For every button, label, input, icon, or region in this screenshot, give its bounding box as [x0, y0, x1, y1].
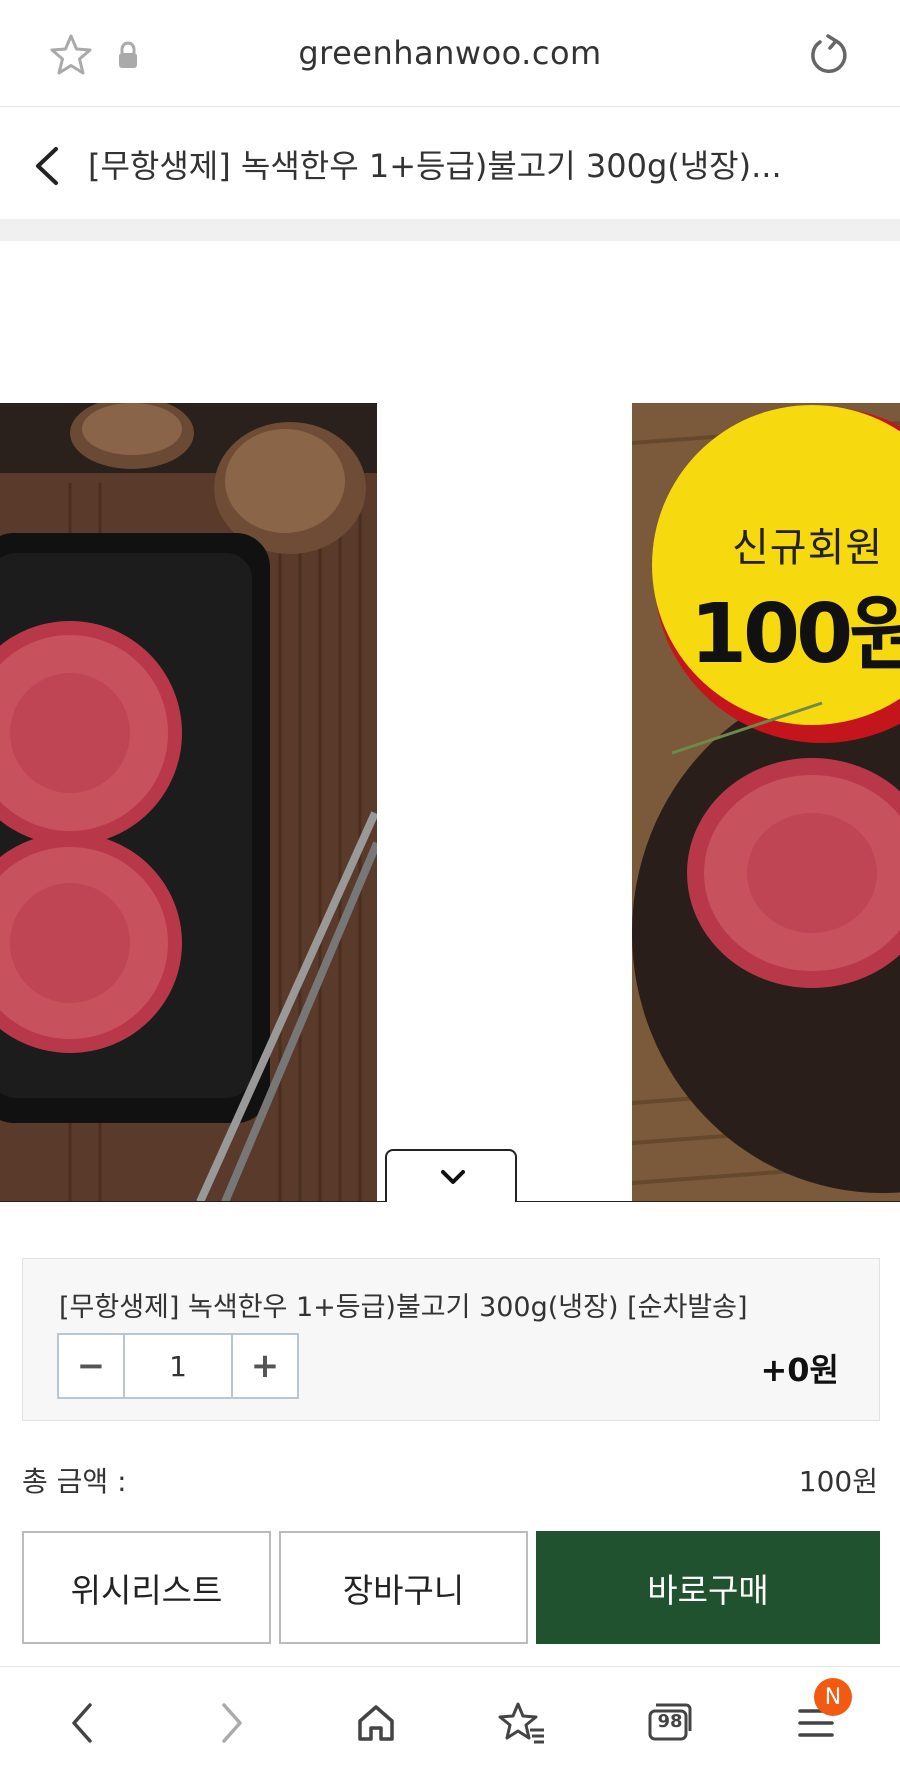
decrement-button[interactable]: − [59, 1335, 123, 1397]
back-arrow-icon[interactable] [30, 143, 64, 189]
home-icon[interactable] [348, 1695, 404, 1751]
tabs-count: 98 [657, 1711, 683, 1732]
page-header: [무항생제] 녹색한우 1+등급)불고기 300g(냉장)... [0, 107, 900, 219]
browser-bottom-nav: 98 [0, 1666, 900, 1771]
browser-url-bar: greenhanwoo.com [0, 0, 900, 107]
total-label: 총 금액 : [22, 1465, 127, 1498]
wishlist-button[interactable]: 위시리스트 [22, 1531, 271, 1644]
product-image-carousel[interactable]: 신규회원 100원 [0, 241, 900, 1202]
action-buttons: 위시리스트 장바구니 바로구매 [22, 1531, 880, 1644]
tabs-icon[interactable]: 98 [642, 1695, 698, 1751]
chevron-down-icon [441, 1170, 465, 1184]
divider [0, 219, 900, 241]
option-name: [무항생제] 녹색한우 1+등급)불고기 300g(냉장) [순차발송] [59, 1292, 748, 1323]
cart-button[interactable]: 장바구니 [279, 1531, 528, 1644]
expand-toggle-button[interactable] [385, 1149, 517, 1202]
product-image-slide[interactable] [0, 403, 377, 1202]
nav-forward-icon[interactable] [204, 1695, 260, 1751]
buy-now-button[interactable]: 바로구매 [536, 1531, 880, 1644]
promo-badge-caption: 신규회원 [732, 525, 884, 571]
bookmarks-icon[interactable] [494, 1695, 550, 1751]
increment-button[interactable]: + [233, 1335, 297, 1397]
url-text[interactable]: greenhanwoo.com [0, 34, 900, 72]
selected-option-box: [무항생제] 녹색한우 1+등급)불고기 300g(냉장) [순차발송] − 1… [22, 1258, 880, 1421]
product-image-slide[interactable]: 신규회원 100원 [632, 403, 900, 1202]
total-value: 100원 [798, 1465, 878, 1498]
page-title: [무항생제] 녹색한우 1+등급)불고기 300g(냉장)... [88, 147, 782, 185]
quantity-input[interactable]: 1 [123, 1335, 233, 1397]
reload-icon[interactable] [806, 32, 852, 78]
nav-back-icon[interactable] [54, 1695, 110, 1751]
menu-notification-badge: N [814, 1678, 852, 1716]
promo-badge-price: 100원 [690, 587, 900, 682]
option-price: +0원 [760, 1351, 839, 1389]
quantity-stepper: − 1 + [57, 1333, 299, 1399]
